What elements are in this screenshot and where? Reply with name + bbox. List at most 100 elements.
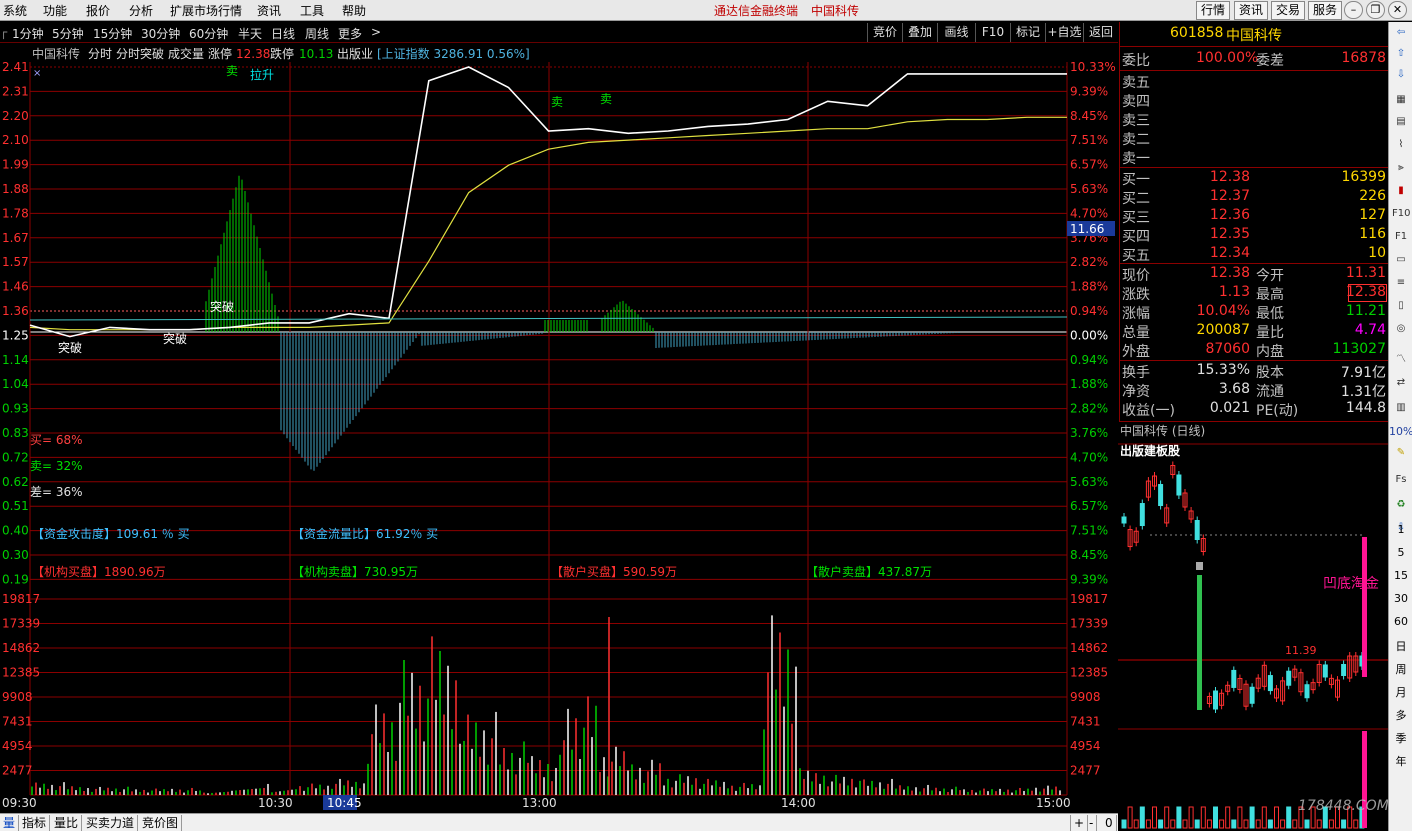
arrow-up-icon[interactable]: ⇧ — [1392, 46, 1410, 62]
tool-period-quarter[interactable]: 季 — [1389, 730, 1412, 746]
y-tick-label: 1.25 — [2, 328, 29, 342]
period-60min[interactable]: 60分钟 — [189, 25, 228, 42]
globe-icon[interactable]: ◎ — [1392, 321, 1410, 337]
refresh-icon[interactable]: ♻ — [1392, 497, 1410, 513]
period-daily[interactable]: 日线 — [271, 25, 295, 42]
pencil-icon[interactable]: ✎ — [1392, 445, 1410, 461]
period-5min[interactable]: 5分钟 — [52, 25, 84, 42]
compare-icon[interactable]: ⇄ — [1392, 375, 1410, 391]
fundamental-label: 股本 — [1256, 365, 1284, 381]
tab-auction-chart[interactable]: 竞价图 — [139, 815, 183, 831]
tool-period-5[interactable]: 5 — [1389, 546, 1412, 559]
tool-period-multi[interactable]: 多 — [1389, 707, 1412, 723]
zoom-out-button[interactable]: - — [1086, 815, 1098, 831]
tool-period-60[interactable]: 60 — [1389, 615, 1412, 628]
buy-level-label: 买三 — [1122, 210, 1150, 226]
menu-extended-market[interactable]: 扩展市场行情 — [170, 2, 242, 19]
chart-item-intraday[interactable]: 分时 — [88, 47, 112, 61]
weibi-label: 委比 — [1122, 53, 1150, 69]
menu-function[interactable]: 功能 — [43, 2, 67, 19]
tool-period-week[interactable]: 周 — [1389, 661, 1412, 677]
minimize-icon[interactable]: – — [1344, 1, 1363, 19]
menu-tools[interactable]: 工具 — [300, 2, 324, 19]
intraday-chart[interactable]: 中国科传 分时 分时突破 成交量 涨停 12.38 跌停 10.13 出版业 [… — [0, 43, 1118, 813]
f10-icon[interactable]: F10 — [1392, 206, 1410, 222]
buy-level-volume: 16399 — [1341, 169, 1386, 185]
fundamental-label: PE(动) — [1256, 403, 1299, 419]
tab-indicator[interactable]: 指标 — [19, 815, 51, 831]
stats-icon[interactable]: ▥ — [1392, 400, 1410, 416]
tab-volume[interactable]: 量 — [0, 815, 20, 831]
grid-icon[interactable]: ▦ — [1392, 92, 1410, 108]
period-15min[interactable]: 15分钟 — [93, 25, 132, 42]
buy-level-label: 买五 — [1122, 248, 1150, 264]
service-button[interactable]: 服务 — [1308, 1, 1343, 20]
vol-right-tick-label: 19817 — [1070, 592, 1108, 606]
candle-big-down — [1197, 575, 1202, 710]
tool-period-15[interactable]: 15 — [1389, 569, 1412, 582]
tool-period-30[interactable]: 30 — [1389, 592, 1412, 605]
chart-item-volume[interactable]: 成交量 — [168, 46, 204, 61]
chart-item-breakout[interactable]: 分时突破 — [116, 46, 164, 61]
auction-button[interactable]: 竞价 — [867, 23, 902, 42]
trend-icon[interactable]: 〽 — [1392, 352, 1410, 368]
trade-button[interactable]: 交易 — [1271, 1, 1306, 20]
stat-label: 最高 — [1256, 287, 1284, 303]
tool-period-year[interactable]: 年 — [1389, 753, 1412, 769]
buy-level-price: 12.34 — [1209, 245, 1250, 261]
y-tick-label: 1.78 — [2, 206, 29, 220]
news-button[interactable]: 资讯 — [1234, 1, 1269, 20]
overlay-button[interactable]: 叠加 — [902, 23, 937, 42]
x-tick-label: 10:45 — [327, 796, 362, 810]
period-weekly[interactable]: 周线 — [305, 25, 329, 42]
candle-doji — [1196, 562, 1203, 570]
y-tick-label: 1.88 — [2, 182, 29, 196]
tab-buy-sell-power[interactable]: 买卖力道 — [83, 815, 139, 831]
market-button[interactable]: 行情 — [1196, 1, 1231, 20]
document-icon[interactable]: ▯ — [1392, 298, 1410, 314]
kline-icon[interactable]: ⫸ — [1392, 160, 1410, 176]
draw-line-button[interactable]: 画线 — [937, 23, 975, 42]
close-icon[interactable]: ✕ — [1388, 1, 1407, 19]
tool-period-1[interactable]: 1 — [1389, 523, 1412, 536]
sell-level-volume — [1320, 72, 1386, 91]
tool-period-day[interactable]: 日 — [1389, 638, 1412, 654]
menu-quote[interactable]: 报价 — [86, 2, 110, 19]
restore-icon[interactable]: ❐ — [1366, 1, 1385, 19]
reset-button[interactable]: 0 — [1102, 815, 1117, 831]
y-tick-label: 1.99 — [2, 158, 29, 172]
sell-level-label: 卖三 — [1122, 113, 1150, 129]
list-icon[interactable]: ≡ — [1392, 275, 1410, 291]
f10-button[interactable]: F10 — [975, 23, 1010, 42]
menu-system[interactable]: 系统 — [3, 2, 27, 19]
period-more[interactable]: 更多 — [338, 25, 362, 42]
add-watchlist-button[interactable]: +自选 — [1045, 23, 1083, 42]
news-icon[interactable]: ▭ — [1392, 252, 1410, 268]
f1-icon[interactable]: F1 — [1392, 229, 1410, 245]
fundamental-value: 3.68 — [1218, 381, 1250, 397]
y-tick-label: 0.93 — [2, 402, 29, 416]
signal-sell-3: 卖 — [600, 92, 612, 106]
menu-analysis[interactable]: 分析 — [129, 2, 153, 19]
mark-button[interactable]: 标记 — [1010, 23, 1045, 42]
percent-button[interactable]: 10% — [1389, 425, 1412, 438]
table-icon[interactable]: ▤ — [1392, 114, 1410, 130]
tool-period-month[interactable]: 月 — [1389, 684, 1412, 700]
period-30min[interactable]: 30分钟 — [141, 25, 180, 42]
period-1min[interactable]: 1分钟 — [12, 25, 44, 42]
period-next-arrow[interactable]: > — [371, 25, 381, 39]
stat-value: 1.13 — [1218, 284, 1250, 300]
vol-right-tick-label: 4954 — [1070, 739, 1101, 753]
menu-help[interactable]: 帮助 — [342, 2, 366, 19]
formula-icon[interactable]: Fs — [1392, 472, 1410, 488]
daily-kline-chart[interactable]: 中国科传 (日线) 出版建板股 11.39 凹底淘金 178448.COM — [1118, 422, 1388, 831]
chart-icon[interactable]: ⌇ — [1392, 137, 1410, 153]
arrow-down-icon[interactable]: ⇩ — [1392, 67, 1410, 83]
period-half-day[interactable]: 半天 — [238, 25, 262, 42]
tab-volume-ratio[interactable]: 量比 — [51, 815, 83, 831]
bar-chart-icon[interactable]: ▮ — [1392, 183, 1410, 199]
back-button[interactable]: 返回 — [1083, 23, 1118, 42]
arrow-left-icon[interactable]: ⇦ — [1392, 25, 1410, 41]
stat-value: 200087 — [1196, 322, 1250, 338]
menu-news[interactable]: 资讯 — [257, 2, 281, 19]
